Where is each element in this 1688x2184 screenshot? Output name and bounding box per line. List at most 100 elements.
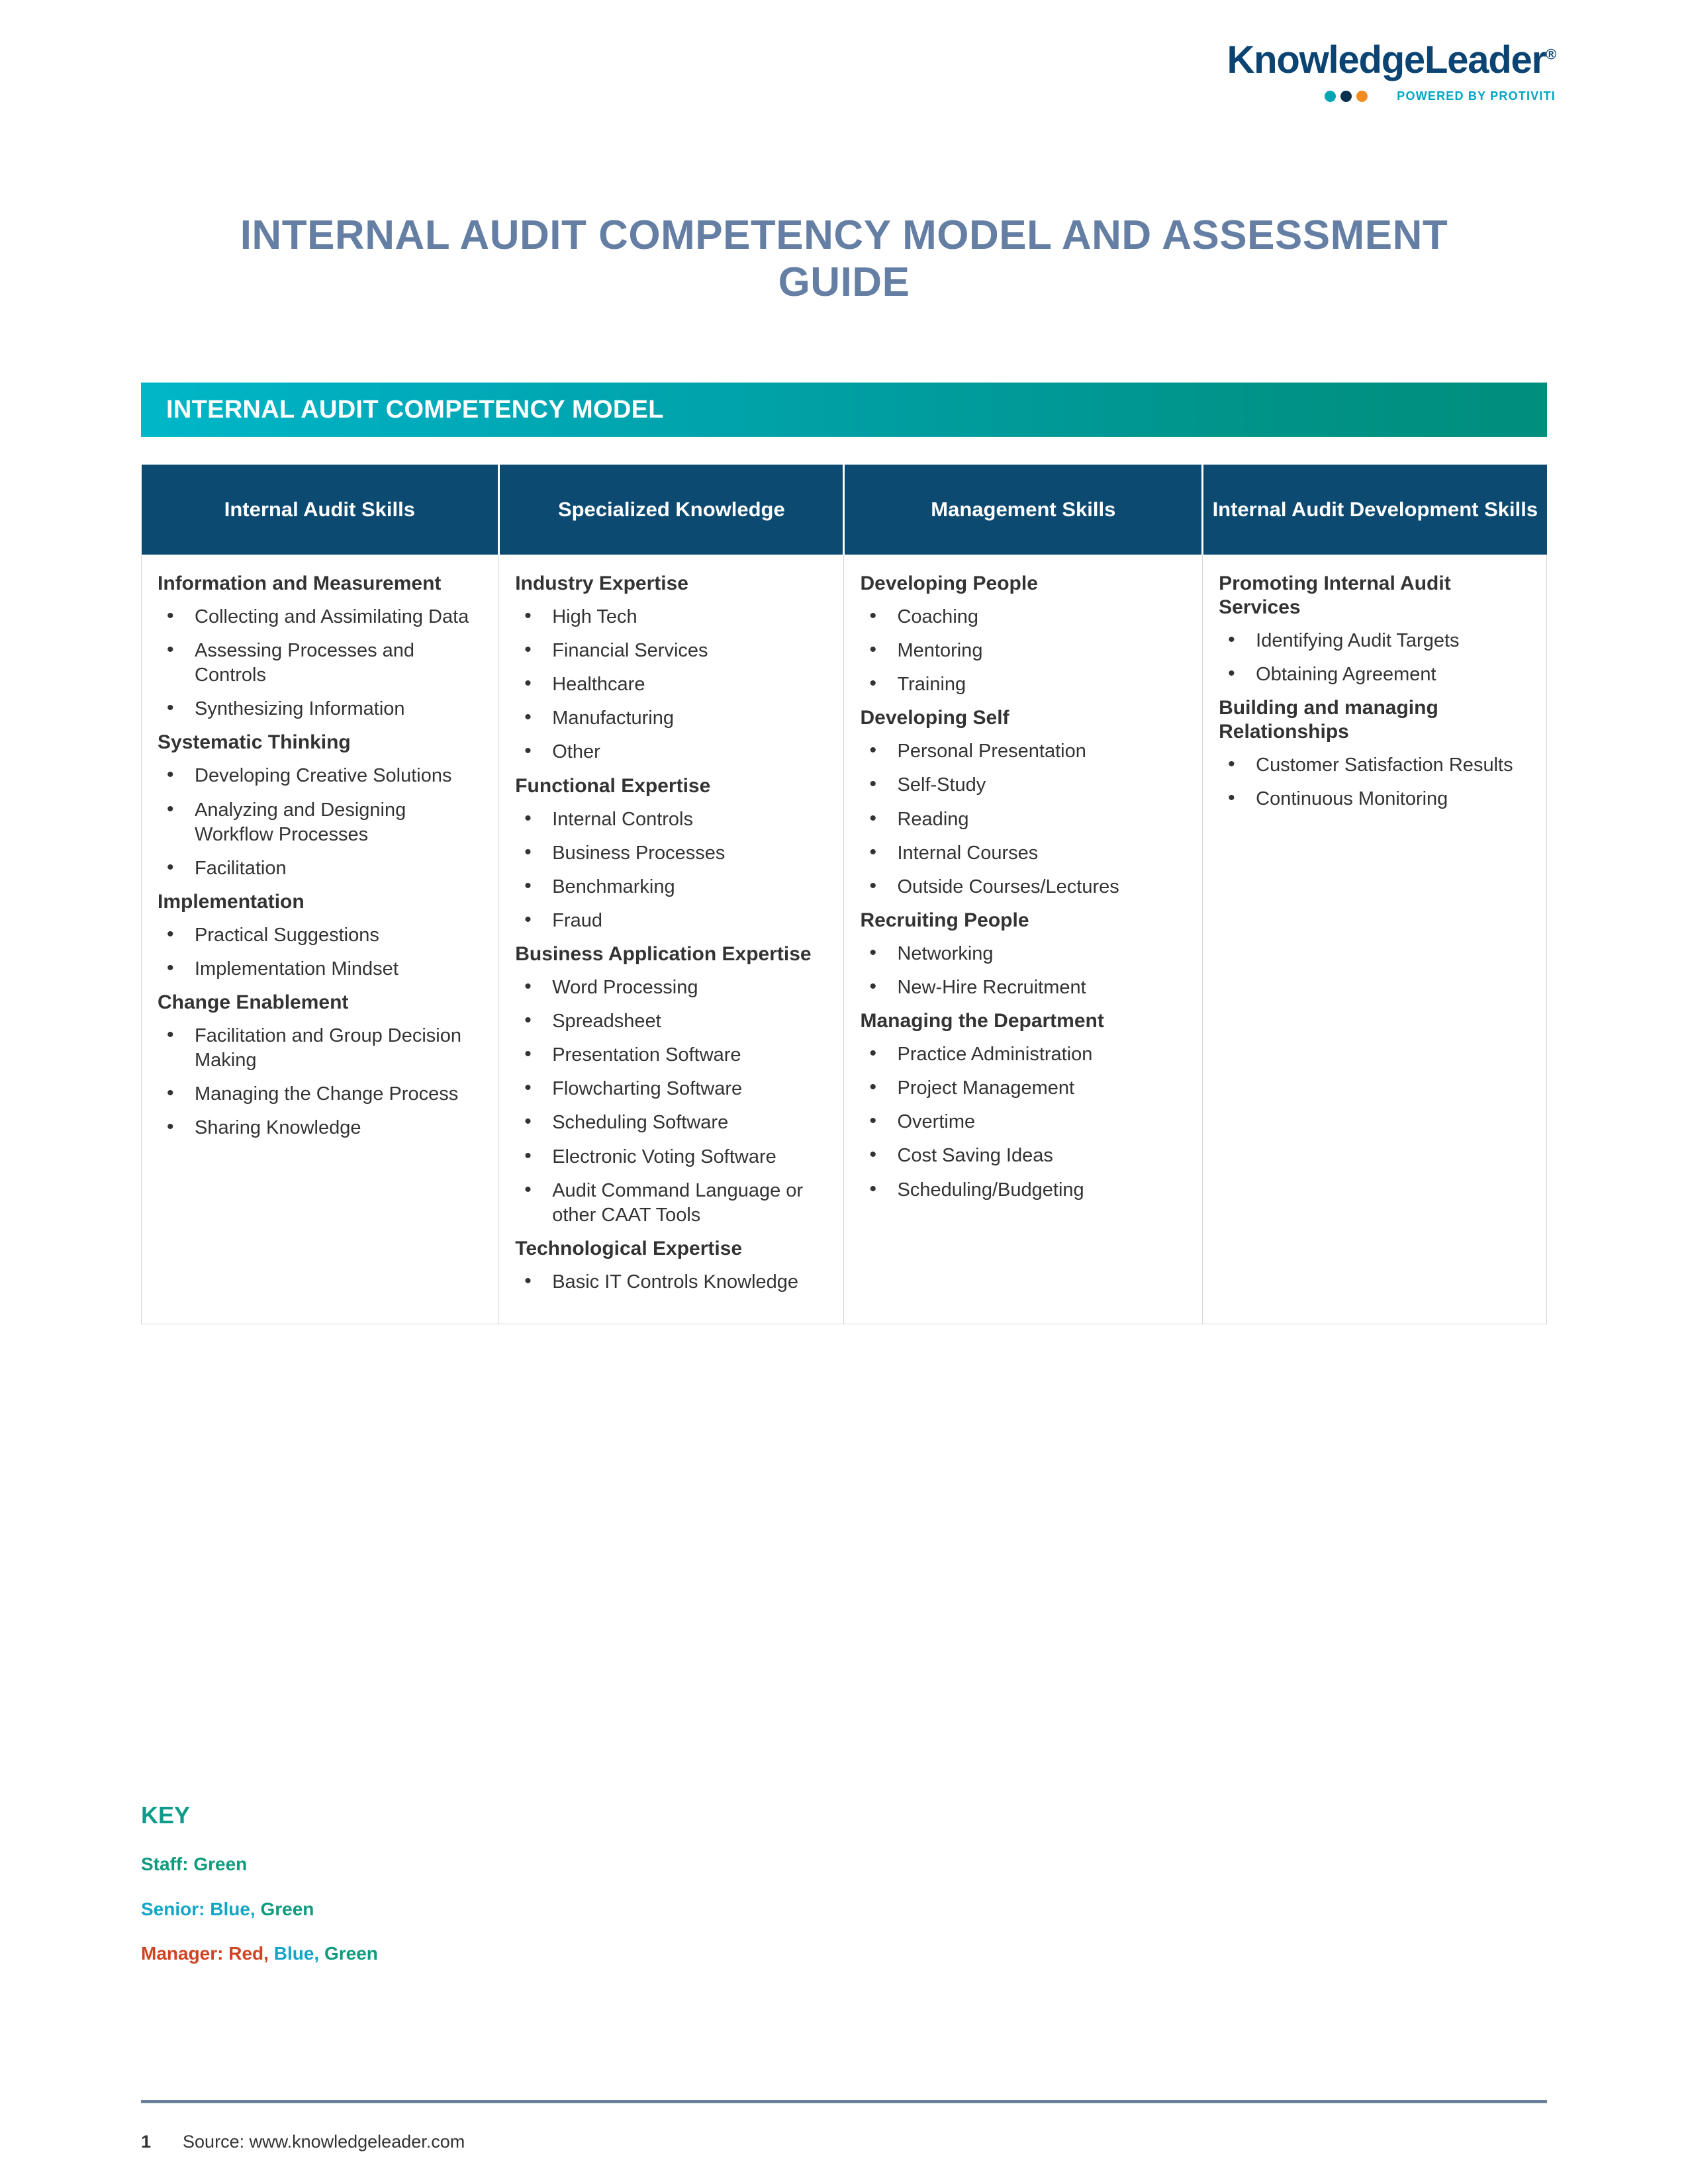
list-item: Spreadsheet (515, 1008, 831, 1034)
list-item: Internal Controls (515, 806, 831, 832)
column-header-specialized-knowledge: Specialized Knowledge (498, 465, 845, 555)
page-number: 1 (141, 2132, 152, 2152)
competency-list: Identifying Audit Targets Obtaining Agree… (1219, 627, 1534, 687)
list-item: Word Processing (515, 974, 831, 1000)
group-heading: Industry Expertise (515, 572, 688, 594)
competency-list: Basic IT Controls Knowledge (515, 1269, 831, 1295)
group-heading: Recruiting People (860, 909, 1029, 931)
competency-list: Practice Administration Project Managemen… (860, 1041, 1190, 1203)
group-heading: Systematic Thinking (158, 731, 351, 754)
column-header-management-skills: Management Skills (843, 465, 1204, 555)
list-item: Scheduling/Budgeting (860, 1177, 1190, 1203)
group-heading: Developing Self (860, 707, 1009, 729)
footer: 1 Source: www.knowledgeleader.com (141, 2132, 465, 2152)
key-manager-sep2: , (314, 1943, 324, 1964)
group-heading: Managing the Department (860, 1010, 1104, 1032)
logo-wordmark: KnowledgeLeader® (1227, 41, 1556, 79)
key-line-manager: Manager: Red, Blue, Green (141, 1942, 378, 1965)
logo-wordmark-text: KnowledgeLeader (1227, 38, 1546, 81)
list-item: Implementation Mindset (158, 956, 487, 981)
list-item: Sharing Knowledge (158, 1115, 487, 1140)
competency-list: Practical Suggestions Implementation Mind… (158, 922, 487, 981)
list-item: Analyzing and Designing Workflow Process… (158, 797, 487, 847)
column-header-internal-audit-development-skills: Internal Audit Development Skills (1202, 465, 1547, 555)
group-heading: Functional Expertise (515, 774, 711, 797)
competency-list: Collecting and Assimilating Data Assessin… (158, 604, 487, 721)
list-item: Reading (860, 806, 1190, 832)
competency-list: High Tech Financial Services Healthcare Man… (515, 604, 831, 765)
list-item: Synthesizing Information (158, 696, 487, 721)
competency-list: Networking New-Hire Recruitment (860, 940, 1190, 1000)
list-item: Identifying Audit Targets (1219, 627, 1534, 653)
logo-dot-teal-icon (1325, 90, 1336, 102)
list-item: Coaching (860, 604, 1190, 629)
key-line-senior: Senior: Blue, Green (141, 1898, 378, 1921)
competency-list: Word Processing Spreadsheet Presentation S… (515, 974, 831, 1228)
group-heading: Implementation (158, 890, 305, 913)
list-item: Business Processes (515, 840, 831, 866)
section-banner: INTERNAL AUDIT COMPETENCY MODEL (141, 383, 1547, 437)
competency-list: Developing Creative Solutions Analyzing a… (158, 762, 487, 881)
key-legend: KEY Staff: Green Senior: Blue, Green Man… (141, 1801, 378, 1987)
group-heading: Technological Expertise (515, 1237, 743, 1259)
key-senior-label: Senior: (141, 1898, 211, 1919)
group-heading: Change Enablement (158, 991, 349, 1014)
document-page: KnowledgeLeader® POWERED BY PROTIVITI IN… (0, 0, 1688, 2184)
list-item: Networking (860, 940, 1190, 966)
key-manager-green: Green (324, 1943, 378, 1964)
logo-dot-navy-icon (1340, 90, 1352, 102)
group-heading: Information and Measurement (158, 572, 442, 594)
key-senior-green: Green (260, 1898, 314, 1919)
table-body-row: Information and Measurement Collecting an… (140, 555, 1547, 1324)
list-item: Collecting and Assimilating Data (158, 604, 487, 629)
list-item: Project Management (860, 1075, 1190, 1101)
list-item: Practice Administration (860, 1041, 1190, 1067)
competency-list: Coaching Mentoring Training (860, 604, 1190, 697)
competency-list: Personal Presentation Self-Study Reading In… (860, 738, 1190, 899)
key-staff-label: Staff: (141, 1854, 194, 1874)
list-item: Other (515, 739, 831, 764)
logo-dots-icon (1325, 90, 1368, 102)
footer-divider (141, 2100, 1547, 2103)
list-item: Assessing Processes and Controls (158, 637, 487, 688)
key-manager-sep1: , (263, 1943, 274, 1964)
list-item: Personal Presentation (860, 738, 1190, 764)
cell-management-skills: Developing People Coaching Mentoring Traini… (843, 555, 1203, 1324)
list-item: Continuous Monitoring (1219, 786, 1534, 811)
column-header-internal-audit-skills: Internal Audit Skills (141, 465, 500, 555)
group-heading: Business Application Expertise (515, 942, 812, 965)
group-heading: Promoting Internal Audit Services (1219, 572, 1451, 618)
key-manager-label: Manager: (141, 1943, 229, 1964)
section-banner-label: INTERNAL AUDIT COMPETENCY MODEL (166, 395, 664, 424)
key-senior-sep: , (250, 1898, 261, 1919)
key-line-staff: Staff: Green (141, 1853, 378, 1876)
key-title: KEY (141, 1801, 191, 1829)
list-item: Training (860, 671, 1190, 697)
list-item: Manufacturing (515, 705, 831, 731)
list-item: Scheduling Software (515, 1109, 831, 1135)
list-item: Managing the Change Process (158, 1081, 487, 1107)
list-item: Benchmarking (515, 874, 831, 899)
group-heading: Building and managing Relationships (1219, 697, 1438, 743)
list-item: Presentation Software (515, 1042, 831, 1068)
list-item: Self-Study (860, 772, 1190, 797)
key-senior-blue: Blue (210, 1898, 250, 1919)
group-heading: Developing People (860, 572, 1038, 594)
list-item: High Tech (515, 604, 831, 629)
table-header-row: Internal Audit Skills Specialized Knowle… (141, 465, 1547, 555)
list-item: Mentoring (860, 637, 1190, 663)
logo-tagline: POWERED BY PROTIVITI (1397, 89, 1556, 103)
key-manager-blue: Blue (273, 1943, 314, 1964)
list-item: Obtaining Agreement (1219, 661, 1534, 687)
list-item: New-Hire Recruitment (860, 974, 1190, 1000)
list-item: Fraud (515, 907, 831, 933)
list-item: Internal Courses (860, 840, 1190, 866)
list-item: Basic IT Controls Knowledge (515, 1269, 831, 1295)
cell-internal-audit-skills: Information and Measurement Collecting an… (140, 555, 500, 1324)
key-manager-red: Red (228, 1943, 264, 1964)
list-item: Audit Command Language or other CAAT Too… (515, 1177, 831, 1228)
source-text: Source: www.knowledgeleader.com (183, 2132, 465, 2152)
page-title: INTERNAL AUDIT COMPETENCY MODEL AND ASSE… (240, 212, 1448, 305)
list-item: Facilitation and Group Decision Making (158, 1023, 487, 1073)
list-item: Facilitation (158, 855, 487, 881)
